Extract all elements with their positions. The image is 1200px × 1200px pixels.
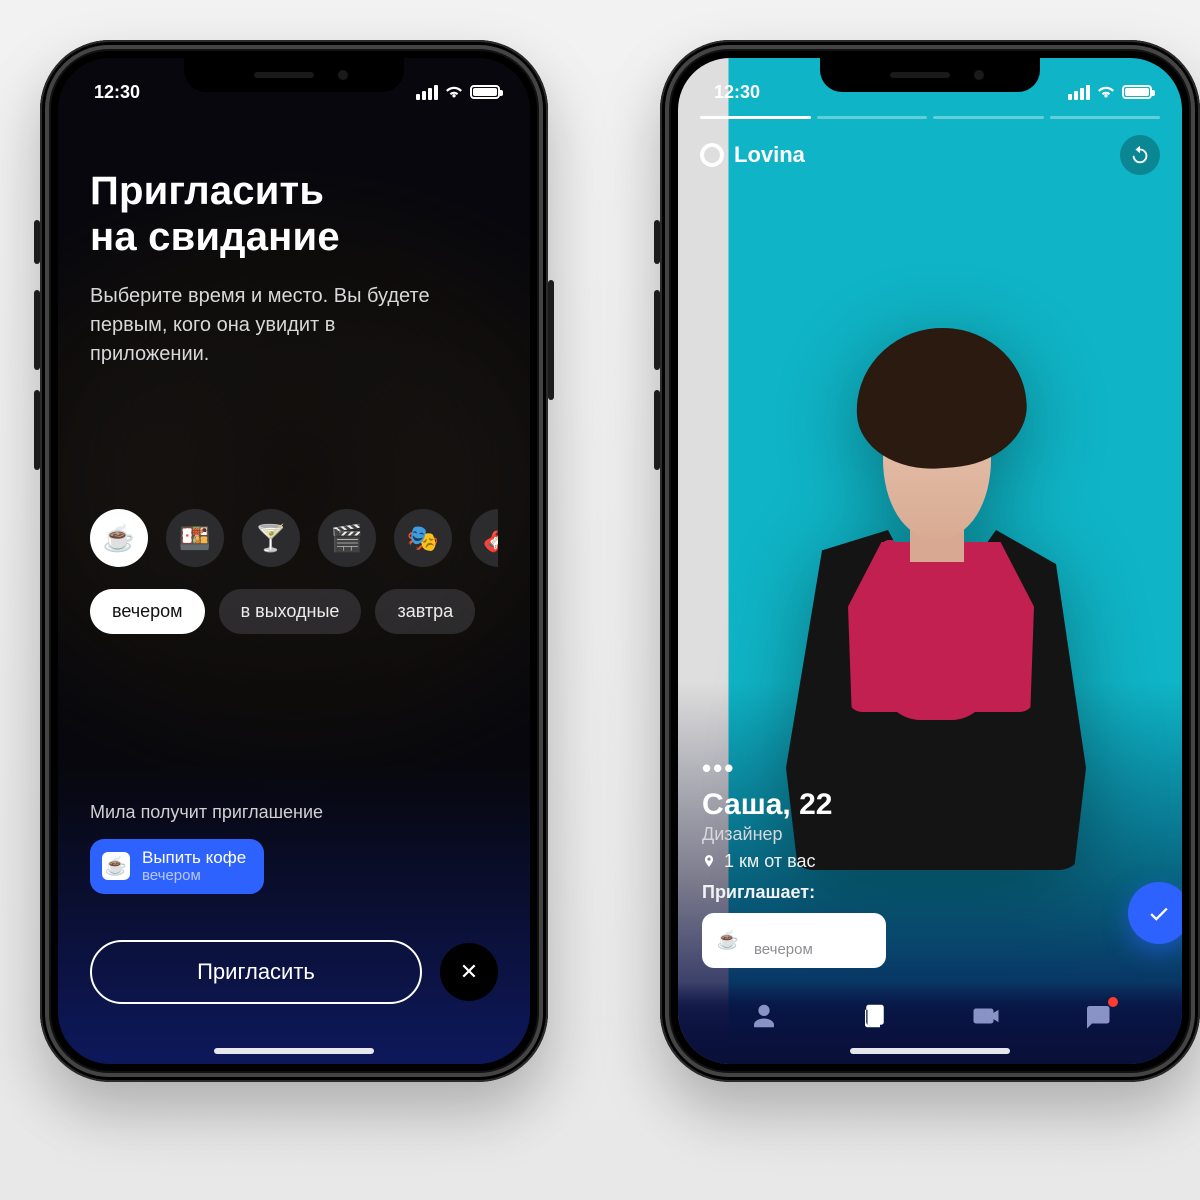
profile-icon — [749, 1001, 779, 1031]
tab-chat[interactable] — [1082, 1001, 1112, 1031]
wifi-icon — [1096, 85, 1116, 99]
home-indicator[interactable] — [214, 1048, 374, 1054]
drinks-icon: 🍸 — [255, 523, 287, 554]
food-icon: 🍱 — [179, 523, 211, 554]
app-brand[interactable]: Lovina — [700, 142, 805, 168]
invites-label: Приглашает: — [702, 882, 1158, 903]
cards-icon — [860, 1001, 890, 1031]
close-icon: ✕ — [460, 959, 478, 985]
invite-title: Выпить кофе — [142, 849, 246, 868]
invite-when: вечером — [754, 942, 868, 959]
activity-picker: ☕ 🍱 🍸 🎬 🎭 🎸 — [90, 509, 498, 567]
time-chip-evening[interactable]: вечером — [90, 589, 205, 634]
signal-icon — [416, 85, 438, 100]
time-chip-tomorrow[interactable]: завтра — [375, 589, 475, 634]
check-icon — [1146, 900, 1172, 926]
invite-preview-card[interactable]: ☕ Выпить кофе вечером — [90, 839, 264, 894]
movie-icon: 🎬 — [331, 523, 363, 554]
time-chip-weekend[interactable]: в выходные — [219, 589, 362, 634]
recipient-note: Мила получит приглашение — [90, 802, 498, 823]
profile-name-age: Саша, 22 — [702, 788, 1158, 822]
undo-icon — [1129, 144, 1151, 166]
theater-icon: 🎭 — [407, 523, 439, 554]
coffee-icon: ☕ — [102, 852, 130, 880]
close-button[interactable]: ✕ — [440, 943, 498, 1001]
page-subtitle: Выберите время и место. Вы будете первым… — [90, 282, 460, 369]
activity-theater[interactable]: 🎭 — [394, 509, 452, 567]
pin-icon — [702, 854, 716, 868]
page-title: Пригласить на свидание — [90, 168, 498, 260]
tab-profile[interactable] — [749, 1001, 779, 1031]
screen: 12:30 Пригласить на свидание Выберите вр… — [58, 58, 530, 1064]
profile-distance: 1 км от вас — [702, 851, 1158, 872]
status-time: 12:30 — [94, 82, 140, 103]
status-time: 12:30 — [714, 82, 760, 103]
activity-coffee[interactable]: ☕ — [90, 509, 148, 567]
music-icon: 🎸 — [483, 523, 498, 554]
more-button[interactable]: ••• — [702, 753, 1158, 784]
chat-icon — [1082, 1001, 1112, 1031]
tab-video[interactable] — [971, 1001, 1001, 1031]
invite-when: вечером — [142, 868, 246, 885]
phone-frame-right: 12:30 — [660, 40, 1200, 1082]
like-button[interactable] — [1128, 882, 1182, 944]
notch — [184, 58, 404, 92]
tab-cards[interactable] — [860, 1001, 890, 1031]
story-progress[interactable] — [700, 116, 1160, 119]
signal-icon — [1068, 85, 1090, 100]
activity-music[interactable]: 🎸 — [470, 509, 498, 567]
coffee-icon: ☕ — [103, 523, 135, 554]
time-picker: вечером в выходные завтра — [90, 589, 498, 634]
app-name: Lovina — [734, 142, 805, 168]
video-icon — [971, 1001, 1001, 1031]
invite-title: Выпить кофе — [754, 923, 868, 942]
undo-button[interactable] — [1120, 135, 1160, 175]
invite-button[interactable]: Пригласить — [90, 940, 422, 1004]
status-indicators — [416, 85, 500, 100]
screen: 12:30 — [678, 58, 1182, 1064]
phone-frame-left: 12:30 Пригласить на свидание Выберите вр… — [40, 40, 548, 1082]
coffee-icon: ☕ — [714, 926, 742, 954]
activity-drinks[interactable]: 🍸 — [242, 509, 300, 567]
notch — [820, 58, 1040, 92]
logo-icon — [700, 143, 724, 167]
battery-icon — [470, 85, 500, 99]
wifi-icon — [444, 85, 464, 99]
invite-card[interactable]: ☕ Выпить кофе вечером — [702, 913, 886, 968]
status-indicators — [1068, 85, 1152, 100]
unread-badge — [1108, 997, 1118, 1007]
profile-occupation: Дизайнер — [702, 824, 1158, 845]
activity-movie[interactable]: 🎬 — [318, 509, 376, 567]
battery-icon — [1122, 85, 1152, 99]
activity-food[interactable]: 🍱 — [166, 509, 224, 567]
home-indicator[interactable] — [850, 1048, 1010, 1054]
